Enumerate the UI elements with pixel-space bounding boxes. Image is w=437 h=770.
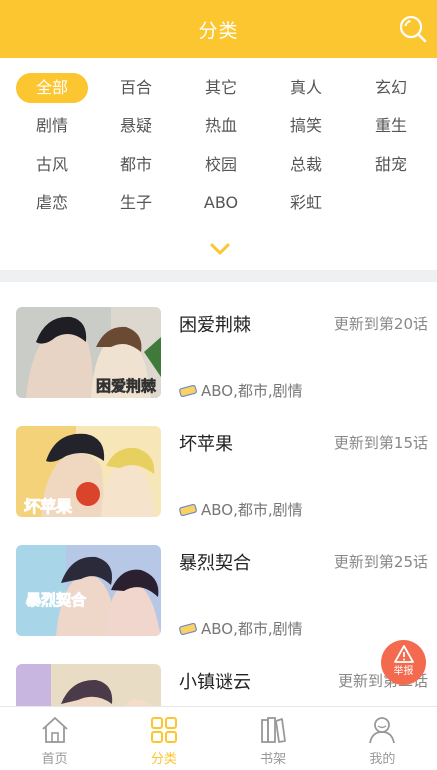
tag-icon bbox=[179, 622, 197, 635]
filter-tag[interactable]: 生子 bbox=[100, 188, 172, 218]
comic-list-item[interactable]: 困爱荆棘 困爱荆棘 更新到第20话 ABO,都市,剧情 bbox=[0, 282, 437, 401]
page-title: 分类 bbox=[198, 19, 239, 42]
tab-category[interactable]: 分类 bbox=[109, 707, 218, 770]
report-button[interactable]: 举报 bbox=[381, 640, 426, 685]
filter-tag[interactable]: 悬疑 bbox=[100, 111, 172, 141]
home-icon bbox=[42, 717, 68, 743]
chevron-down-icon[interactable] bbox=[209, 242, 231, 256]
filter-tag[interactable]: 总裁 bbox=[270, 150, 342, 180]
section-divider bbox=[0, 270, 437, 282]
profile-icon bbox=[369, 717, 396, 744]
comic-update-status: 更新到第25话 bbox=[333, 553, 428, 571]
filter-tag[interactable]: 重生 bbox=[355, 111, 427, 141]
filter-tag[interactable]: ABO bbox=[185, 188, 257, 218]
cover-title-text: 暴烈契合 bbox=[26, 591, 87, 609]
filter-tag[interactable]: 搞笑 bbox=[270, 111, 342, 141]
filter-tag[interactable]: 都市 bbox=[100, 150, 172, 180]
comic-list: 困爱荆棘 困爱荆棘 更新到第20话 ABO,都市,剧情 坏苹果 坏苹果 更新到第… bbox=[0, 282, 437, 706]
comic-cover[interactable]: 坏苹果 bbox=[16, 426, 161, 517]
comic-list-item[interactable]: 坏苹果 坏苹果 更新到第15话 ABO,都市,剧情 bbox=[0, 401, 437, 520]
comic-list-item[interactable]: 小镇谜云 更新到第二话 bbox=[0, 639, 437, 706]
comic-tags: ABO,都市,剧情 bbox=[201, 620, 303, 638]
tab-bookshelf[interactable]: 书架 bbox=[219, 707, 328, 770]
tag-icon bbox=[179, 384, 197, 397]
warning-icon bbox=[393, 645, 414, 663]
filter-tag[interactable]: 热血 bbox=[185, 111, 257, 141]
tab-profile[interactable]: 我的 bbox=[328, 707, 437, 770]
filter-tag-all[interactable]: 全部 bbox=[16, 73, 88, 103]
filter-tag[interactable]: 彩虹 bbox=[270, 188, 342, 218]
comic-cover[interactable]: 困爱荆棘 bbox=[16, 307, 161, 398]
filter-tag[interactable]: 古风 bbox=[16, 150, 88, 180]
cover-title-text: 困爱荆棘 bbox=[96, 377, 157, 395]
comic-update-status: 更新到第15话 bbox=[333, 434, 428, 452]
filter-tag[interactable]: 甜宠 bbox=[355, 150, 427, 180]
filter-tag[interactable]: 校园 bbox=[185, 150, 257, 180]
app-header: 分类 bbox=[0, 0, 437, 58]
tab-label: 分类 bbox=[150, 752, 177, 767]
tab-label: 我的 bbox=[369, 752, 396, 767]
category-filter-panel: 全部 百合 其它 真人 玄幻 剧情 悬疑 热血 搞笑 重生 古风 都市 校园 总… bbox=[0, 58, 437, 270]
bookshelf-icon bbox=[261, 717, 287, 743]
report-label: 举报 bbox=[393, 666, 414, 677]
comic-title[interactable]: 小镇谜云 bbox=[179, 668, 251, 694]
tab-home[interactable]: 首页 bbox=[0, 707, 109, 770]
tag-icon bbox=[179, 503, 197, 516]
comic-tags: ABO,都市,剧情 bbox=[201, 382, 303, 400]
bottom-tab-bar: 首页 分类 书架 我的 bbox=[0, 706, 437, 770]
cover-title-text: 坏苹果 bbox=[24, 497, 72, 516]
filter-tag[interactable]: 玄幻 bbox=[355, 73, 427, 103]
filter-tag[interactable]: 虐恋 bbox=[16, 188, 88, 218]
comic-tags: ABO,都市,剧情 bbox=[201, 501, 303, 519]
filter-tag[interactable]: 百合 bbox=[100, 73, 172, 103]
comic-list-item[interactable]: 暴烈契合 暴烈契合 更新到第25话 ABO,都市,剧情 bbox=[0, 520, 437, 639]
comic-title[interactable]: 坏苹果 bbox=[179, 430, 233, 456]
comic-cover[interactable] bbox=[16, 664, 161, 706]
filter-tag[interactable]: 真人 bbox=[270, 73, 342, 103]
tab-label: 首页 bbox=[41, 752, 68, 767]
comic-cover[interactable]: 暴烈契合 bbox=[16, 545, 161, 636]
filter-tag[interactable]: 其它 bbox=[185, 73, 257, 103]
tab-label: 书架 bbox=[260, 752, 287, 767]
search-icon[interactable] bbox=[398, 14, 428, 44]
comic-update-status: 更新到第20话 bbox=[333, 315, 428, 333]
grid-icon bbox=[150, 717, 177, 743]
filter-tag[interactable]: 剧情 bbox=[16, 111, 88, 141]
comic-title[interactable]: 暴烈契合 bbox=[179, 549, 251, 575]
comic-title[interactable]: 困爱荆棘 bbox=[179, 311, 251, 337]
